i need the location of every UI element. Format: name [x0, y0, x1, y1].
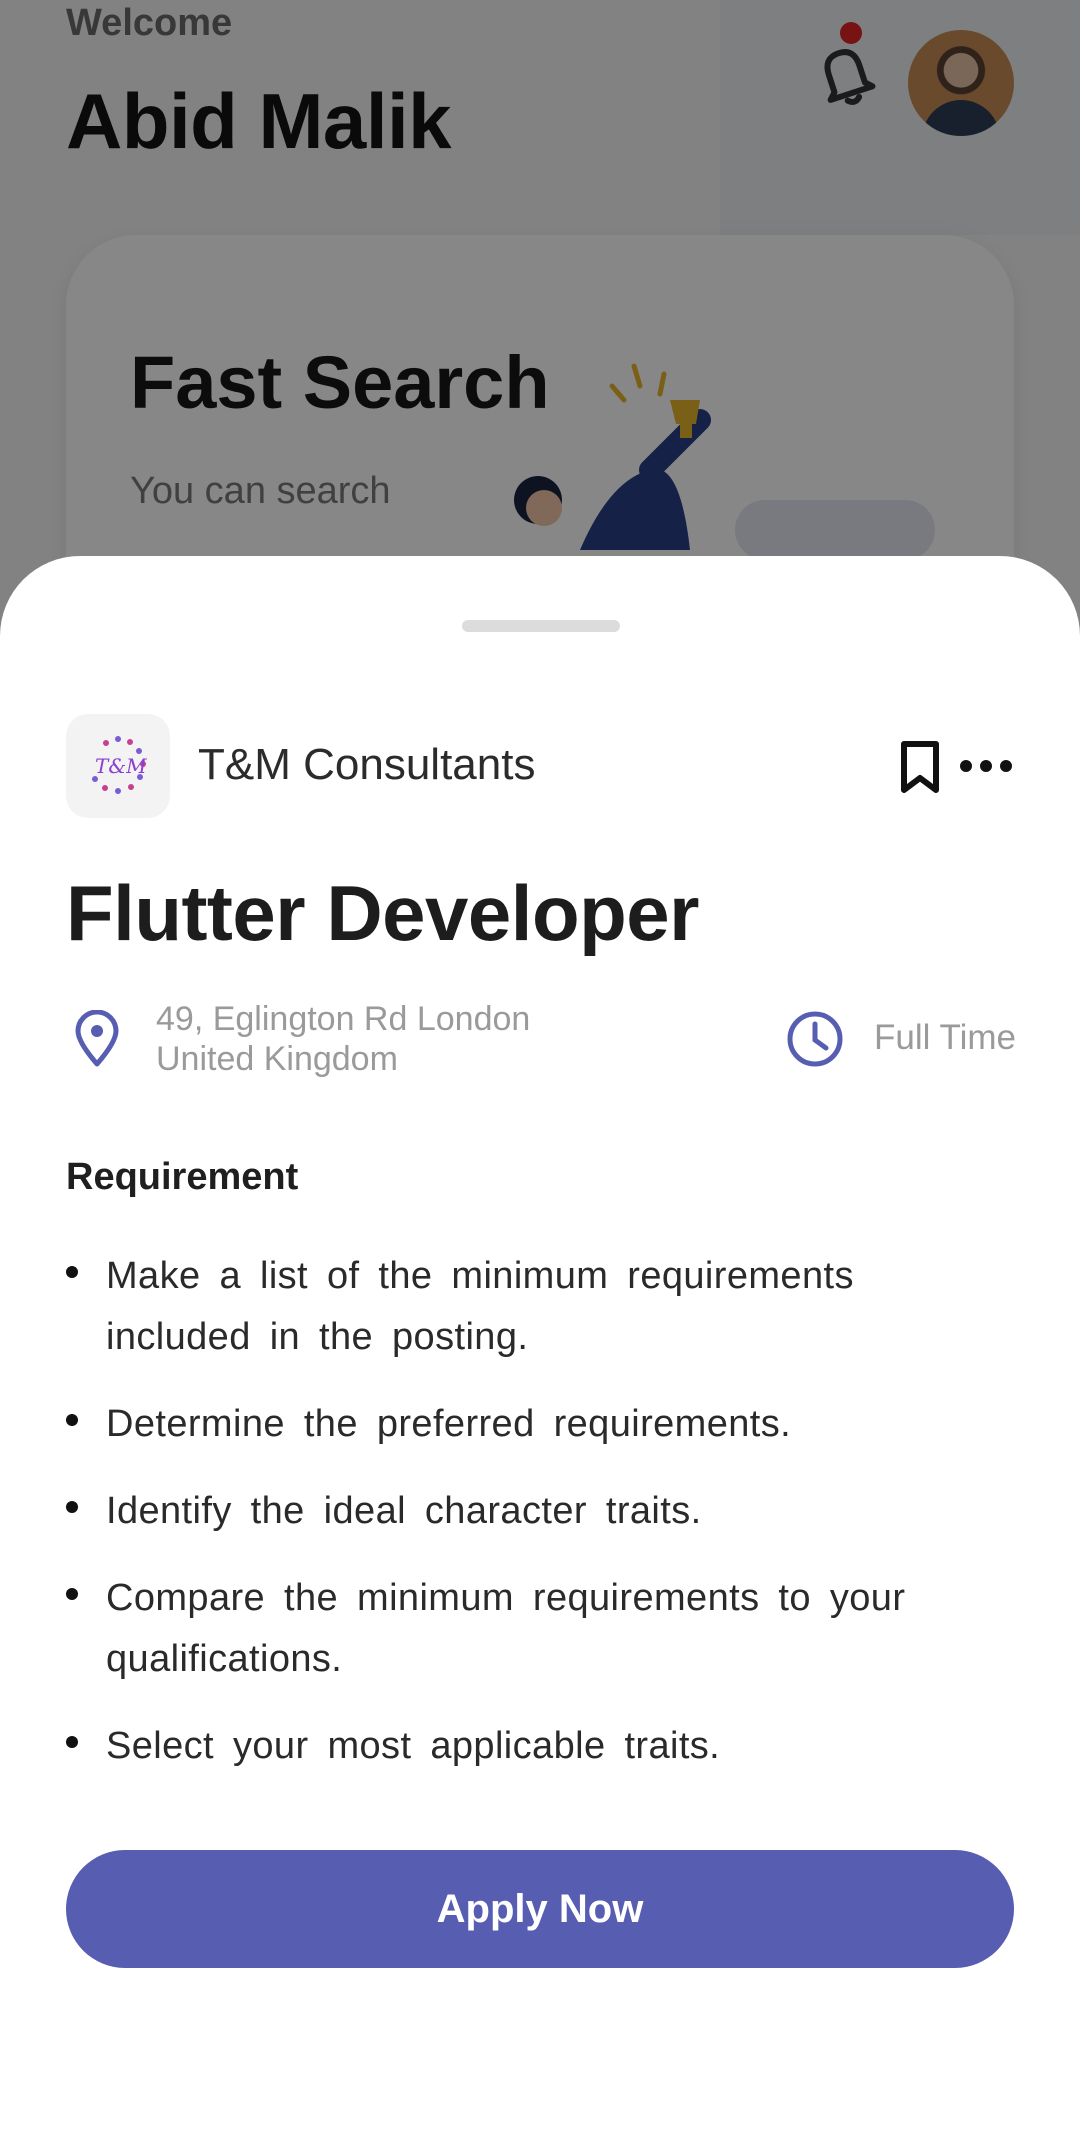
more-icon[interactable] — [958, 748, 1014, 784]
dim-overlay[interactable] — [0, 0, 1080, 640]
drag-handle[interactable] — [462, 620, 620, 632]
requirement-heading: Requirement — [66, 1156, 299, 1198]
job-type: Full Time — [874, 1018, 1016, 1057]
address-line-2: United Kingdom — [156, 1040, 398, 1078]
requirement-text: Compare the minimum requirements to your… — [106, 1577, 906, 1680]
requirement-list: Make a list of the minimum requirements … — [66, 1246, 966, 1803]
screen: Welcome Abid Malik Fast Search You can s… — [0, 0, 1080, 2131]
company-name: T&M Consultants — [198, 740, 536, 789]
list-item: Select your most applicable traits. — [66, 1716, 966, 1777]
address-line-1: 49, Eglington Rd London — [156, 1000, 531, 1038]
company-logo-mark: T&M — [92, 736, 147, 794]
bullet-icon — [66, 1501, 78, 1513]
list-item: Determine the preferred requirements. — [66, 1394, 966, 1455]
company-logo: T&M — [66, 714, 170, 818]
requirement-text: Identify the ideal character traits. — [106, 1490, 702, 1532]
bookmark-icon[interactable] — [898, 740, 942, 794]
bullet-icon — [66, 1266, 78, 1278]
company-logo-text: T&M — [95, 754, 147, 778]
bullet-icon — [66, 1736, 78, 1748]
location-pin-icon — [75, 1010, 119, 1067]
job-title: Flutter Developer — [66, 869, 699, 957]
bullet-icon — [66, 1588, 78, 1600]
clock-icon — [787, 1011, 843, 1067]
job-location: 49, Eglington Rd London United Kingdom — [156, 999, 530, 1079]
list-item: Compare the minimum requirements to your… — [66, 1568, 966, 1690]
list-item: Make a list of the minimum requirements … — [66, 1246, 966, 1368]
apply-now-button[interactable]: Apply Now — [66, 1850, 1014, 1968]
requirement-text: Make a list of the minimum requirements … — [106, 1255, 854, 1358]
job-detail-sheet: T&M T&M Consultants Flutter Developer 49… — [0, 556, 1080, 2131]
requirement-text: Select your most applicable traits. — [106, 1725, 721, 1767]
requirement-text: Determine the preferred requirements. — [106, 1403, 792, 1445]
bullet-icon — [66, 1414, 78, 1426]
list-item: Identify the ideal character traits. — [66, 1481, 966, 1542]
home-page-background: Welcome Abid Malik Fast Search You can s… — [0, 0, 1080, 655]
